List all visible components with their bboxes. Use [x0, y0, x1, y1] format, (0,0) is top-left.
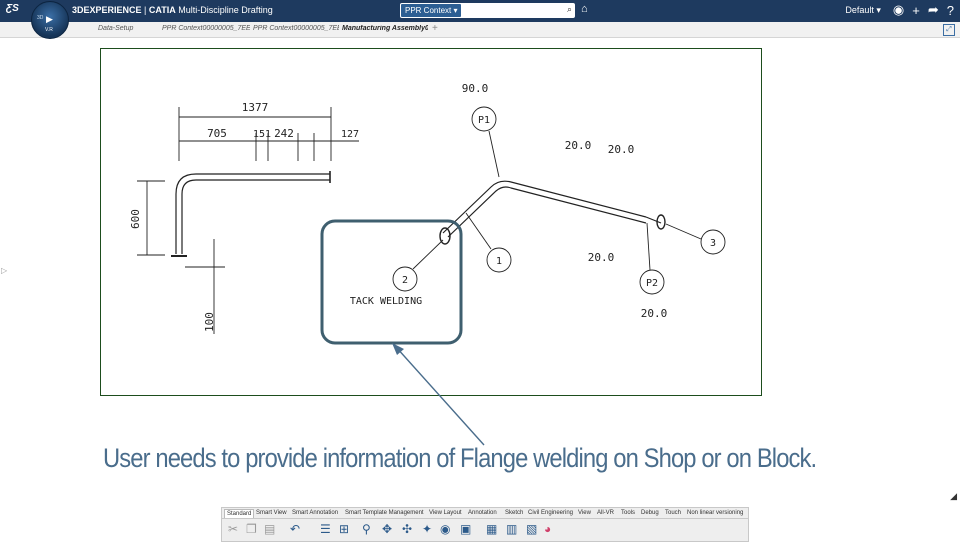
compass-3d-label: 3D [37, 15, 44, 21]
balloon-p2-label: P2 [646, 278, 658, 289]
sheet-icon[interactable]: ▧ [526, 522, 537, 536]
pipe-elevation [181, 179, 330, 254]
rotate-icon[interactable]: ✣ [402, 522, 412, 536]
dimension-705: 705 [207, 127, 227, 140]
balloon-1-label: 1 [496, 256, 502, 267]
toolbar-tab-smart-annotation[interactable]: Smart Annotation [290, 509, 340, 517]
normal-view-icon[interactable]: ✦ [422, 522, 432, 536]
leader-line [465, 212, 492, 250]
tab-data-setup[interactable]: Data-Setup [98, 25, 133, 32]
dimension-242: 242 [274, 127, 294, 140]
brand-separator: | [141, 5, 149, 15]
search-context-dropdown[interactable]: PPR Context ▾ [401, 4, 462, 17]
toolbar-tab-standard[interactable]: Standard [224, 509, 255, 518]
help-icon[interactable]: ? [947, 3, 954, 18]
top-bar: ƸS 3D ▶ V.R 3DEXPERIENCE | CATIA Multi-D… [0, 0, 960, 39]
hide-show-icon[interactable]: ◉ [440, 522, 450, 536]
action-bar: Standard Smart View Smart Annotation Sma… [221, 507, 749, 542]
tag-icon[interactable]: ⌂ [581, 3, 588, 15]
add-tab-button[interactable]: + [432, 23, 438, 34]
toolbar-tab-non-linear-versioning[interactable]: Non linear versioning [685, 509, 745, 517]
toolbar-tab-civil-engineering[interactable]: Civil Engineering [526, 509, 575, 517]
pan-icon[interactable]: ✥ [382, 522, 392, 536]
leader-line [412, 239, 444, 270]
play-icon: ▶ [46, 14, 53, 24]
tack-welding-note: TACK WELDING [350, 296, 422, 307]
angle-20-c: 20.0 [588, 251, 615, 264]
ds-logo: ƸS [6, 3, 19, 14]
fit-all-icon[interactable]: ⊞ [339, 522, 349, 536]
brand-module: Multi-Discipline Drafting [178, 5, 273, 15]
undo-icon[interactable]: ↶ [290, 522, 300, 536]
toolbar-divider [222, 518, 748, 519]
brand-app: CATIA [148, 5, 176, 15]
pipe-elevation-outer [175, 173, 330, 254]
app-title: 3DEXPERIENCE | CATIA Multi-Discipline Dr… [72, 5, 273, 15]
search-icon[interactable]: ⌕ [567, 4, 572, 15]
leader-line [646, 222, 651, 271]
toolbar-tab-debug[interactable]: Debug [639, 509, 661, 517]
toolbar-tab-all-vr[interactable]: All-VR [595, 509, 616, 517]
search-bar: PPR Context ▾ ⌕ [400, 3, 575, 18]
toolbar-tab-view-layout[interactable]: View Layout [427, 509, 464, 517]
toolbar-tab-touch[interactable]: Touch [663, 509, 683, 517]
arrow-line [395, 346, 485, 446]
profile-dropdown[interactable]: Default ▾ [845, 5, 881, 16]
header-actions: Default ▾ ◉ + ➦ ? [845, 2, 954, 18]
pipe-isometric-end [645, 216, 662, 224]
explanation-caption: User needs to provide information of Fla… [103, 443, 817, 473]
balloon-p1-label: P1 [478, 115, 490, 126]
leader-line [665, 223, 702, 240]
tree-icon[interactable]: ☰ [320, 522, 331, 536]
toolbar-tab-smart-template[interactable]: Smart Template Management [343, 509, 426, 517]
leader-line [488, 130, 500, 178]
callout-arrow [392, 343, 485, 446]
angle-90: 90.0 [462, 82, 489, 95]
tab-bar: Data-Setup PPR Context00000005_7EE PPR C… [0, 22, 960, 38]
angle-20-b: 20.0 [608, 143, 635, 156]
angle-20-a: 20.0 [565, 139, 592, 152]
tab-ppr-context-1[interactable]: PPR Context00000005_7EE [162, 25, 250, 32]
angle-20-d: 20.0 [641, 307, 668, 320]
toolbar-tab-view[interactable]: View [576, 509, 593, 517]
swap-icon[interactable]: ▣ [460, 522, 471, 536]
cut-icon[interactable]: ✂ [228, 522, 238, 536]
dimension-151: 151 [253, 129, 271, 140]
toolbar-tab-smart-view[interactable]: Smart View [254, 509, 289, 517]
balloon-3-label: 3 [710, 238, 716, 249]
user-icon[interactable]: ◉ [893, 2, 904, 18]
add-icon[interactable]: + [912, 3, 920, 18]
pipe-isometric [442, 180, 647, 234]
fullscreen-icon[interactable]: ⤢ [943, 24, 955, 36]
dimension-1377: 1377 [242, 101, 269, 114]
share-icon[interactable]: ➦ [928, 2, 939, 18]
toolbar-tab-sketch[interactable]: Sketch [503, 509, 525, 517]
brand-name: 3DEXPERIENCE [72, 5, 142, 15]
compass-version: V.R [45, 27, 53, 33]
dimension-600: 600 [129, 209, 142, 229]
balloon-2-label: 2 [402, 275, 408, 286]
toolbar-tab-tools[interactable]: Tools [619, 509, 637, 517]
color-wheel-icon[interactable]: ◕ [544, 522, 551, 536]
resize-icon[interactable]: ◢ [950, 491, 957, 502]
grid-icon[interactable]: ▦ [486, 522, 497, 536]
tab-ppr-context-2[interactable]: PPR Context00000005_7EE [253, 25, 339, 32]
compass-button[interactable]: 3D ▶ V.R [31, 1, 69, 39]
side-panel-toggle-icon[interactable]: ▷ [1, 266, 7, 275]
dimension-100: 100 [203, 312, 216, 332]
paste-icon[interactable]: ▤ [264, 522, 275, 536]
zoom-icon[interactable]: ⚲ [362, 522, 371, 536]
copy-icon[interactable]: ❐ [246, 522, 257, 536]
toolbar-tab-annotation[interactable]: Annotation [466, 509, 499, 517]
dimension-127: 127 [341, 129, 359, 140]
search-input[interactable] [458, 4, 553, 17]
tab-manufacturing-assembly[interactable]: Manufacturing Assembly0 [342, 25, 428, 32]
table-icon[interactable]: ▥ [506, 522, 517, 536]
